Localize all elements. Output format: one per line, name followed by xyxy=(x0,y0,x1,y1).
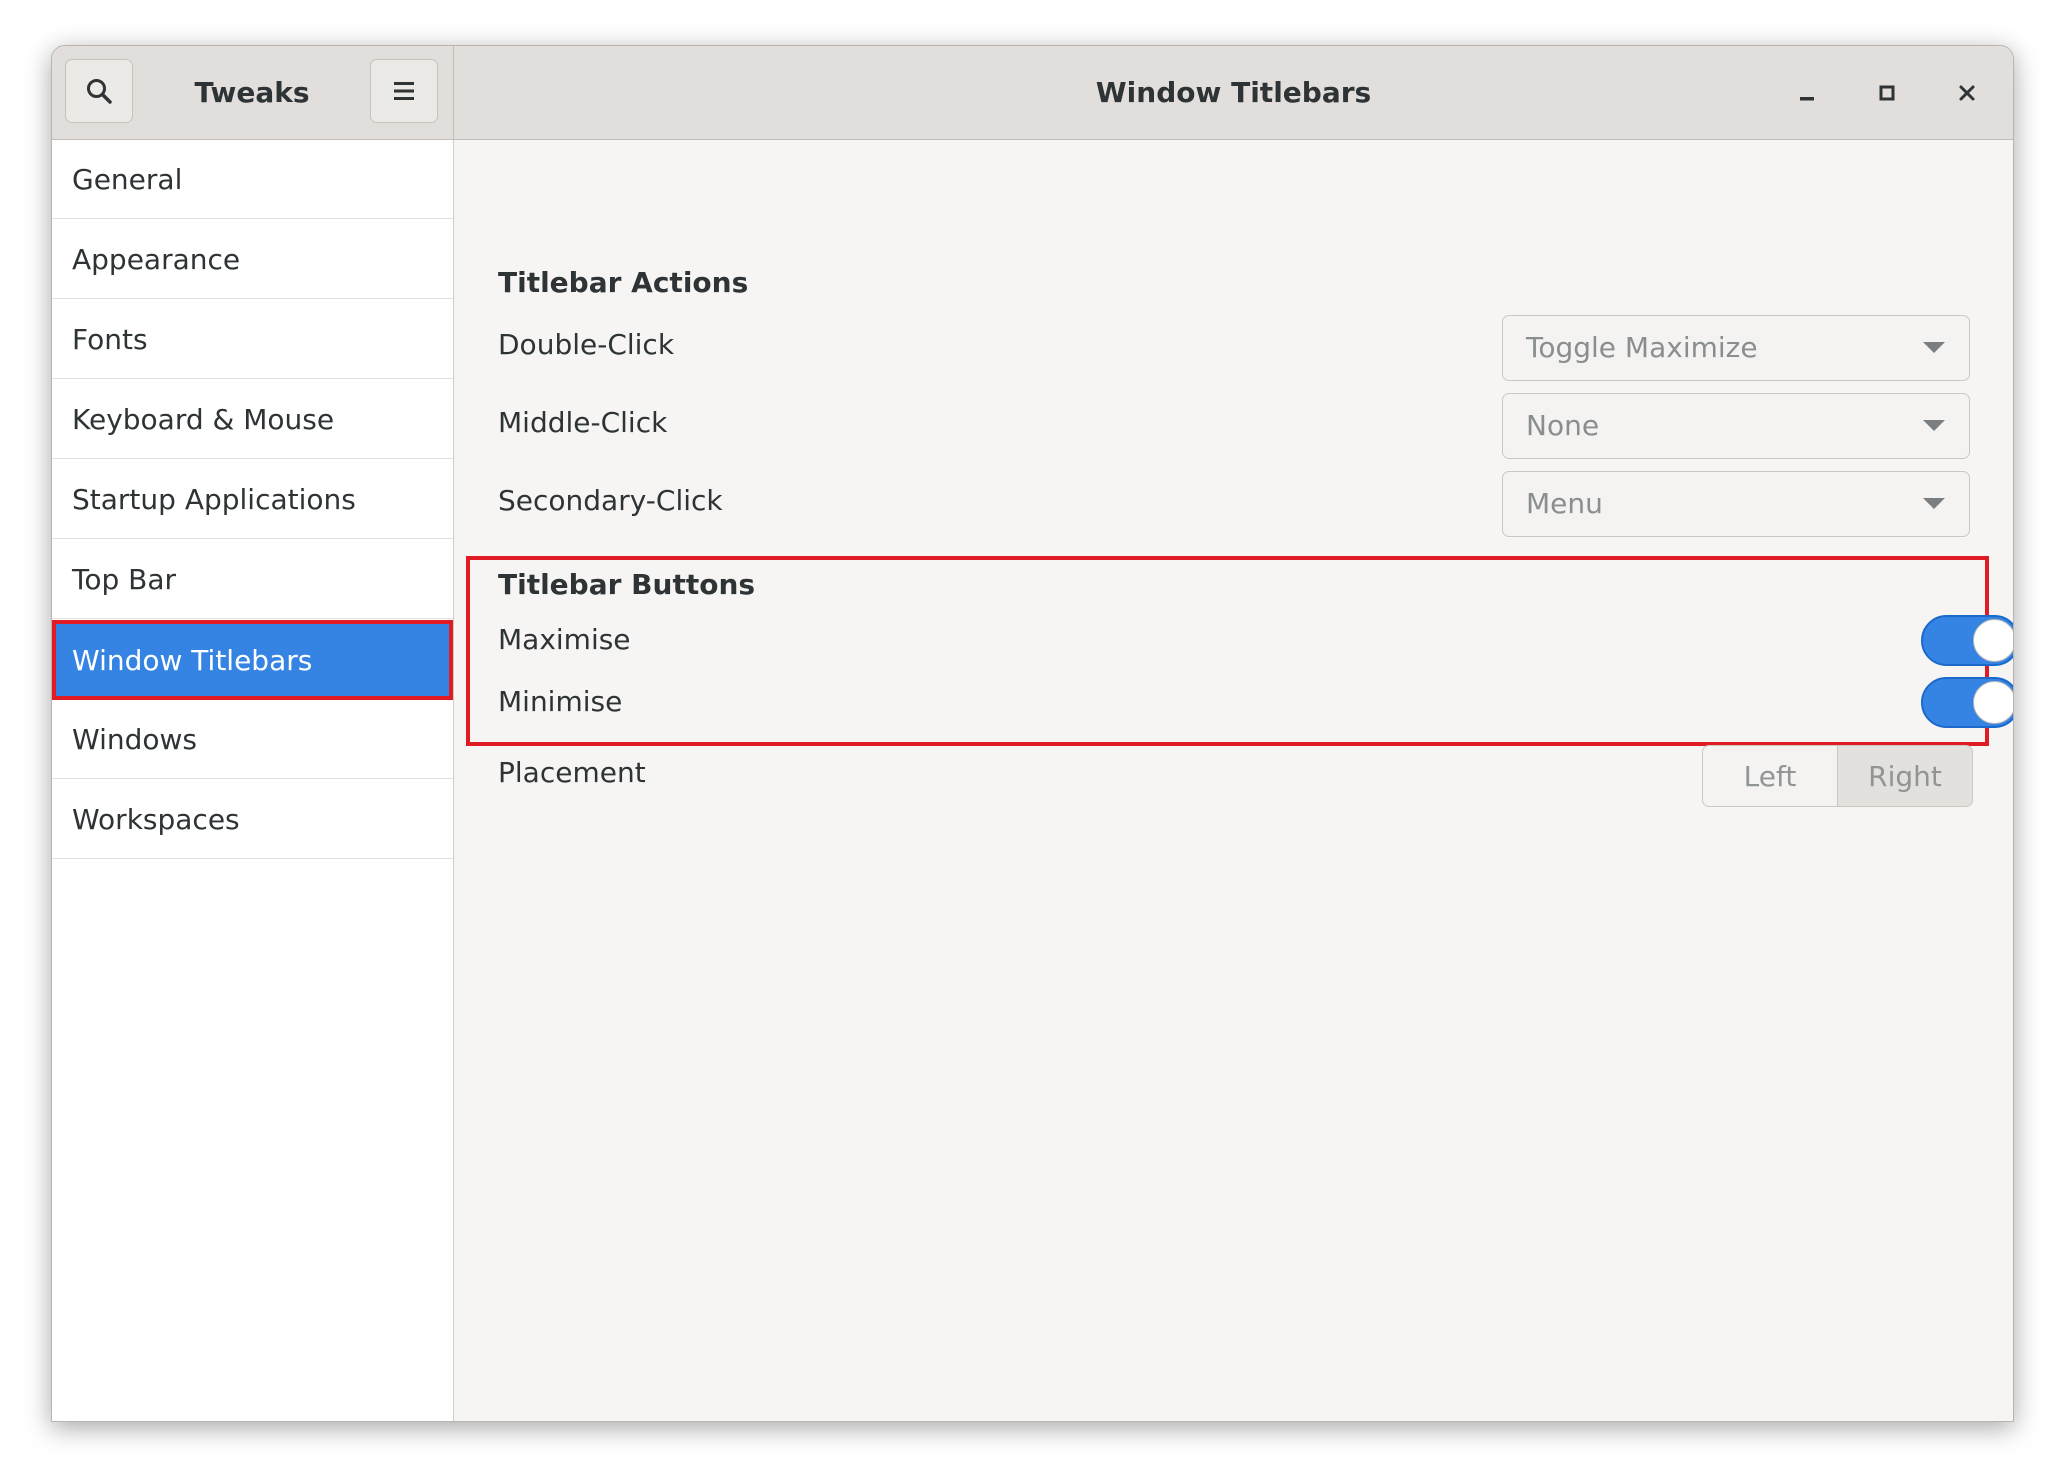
close-icon xyxy=(1959,85,1975,101)
main-menu-button[interactable] xyxy=(370,59,438,123)
page-title: Window Titlebars xyxy=(1095,76,1372,109)
sidebar-item-window-titlebars[interactable]: Window Titlebars xyxy=(52,620,453,700)
maximise-label: Maximise xyxy=(498,623,631,656)
minimise-label: Minimise xyxy=(498,685,623,718)
sidebar-item-label: Startup Applications xyxy=(72,482,356,516)
secondary-click-value: Menu xyxy=(1526,487,1603,520)
switch-knob xyxy=(1973,681,2013,724)
maximize-icon xyxy=(1879,85,1895,101)
sidebar-item-label: Fonts xyxy=(72,322,148,356)
settings-panel: Titlebar Actions Double-Click Toggle Max… xyxy=(454,140,2013,1421)
maximise-switch[interactable] xyxy=(1921,615,2013,666)
double-click-value: Toggle Maximize xyxy=(1526,331,1758,364)
close-button[interactable] xyxy=(1944,70,1990,116)
search-icon xyxy=(87,79,112,104)
sidebar-item-label: Window Titlebars xyxy=(72,643,313,677)
middle-click-label: Middle-Click xyxy=(498,406,668,439)
minimize-icon xyxy=(1800,97,1814,101)
sidebar-item-windows[interactable]: Windows xyxy=(52,700,453,779)
middle-click-value: None xyxy=(1526,409,1600,442)
sidebar-item-workspaces[interactable]: Workspaces xyxy=(52,780,453,859)
switch-knob xyxy=(1973,619,2013,662)
sidebar-item-appearance[interactable]: Appearance xyxy=(52,220,453,299)
app-title: Tweaks xyxy=(194,76,310,109)
placement-left-button[interactable]: Left xyxy=(1702,745,1838,807)
placement-right-button[interactable]: Right xyxy=(1837,745,1973,807)
sidebar-item-general[interactable]: General xyxy=(52,140,453,219)
secondary-click-dropdown[interactable]: Menu xyxy=(1502,471,1970,537)
titlebar-buttons-heading: Titlebar Buttons xyxy=(498,568,756,601)
tweaks-window: Tweaks Window Titlebars General Appearan… xyxy=(51,45,2014,1422)
header-bar: Tweaks Window Titlebars xyxy=(52,46,2013,140)
minimise-switch[interactable] xyxy=(1921,677,2013,728)
middle-click-dropdown[interactable]: None xyxy=(1502,393,1970,459)
sidebar-item-top-bar[interactable]: Top Bar xyxy=(52,540,453,619)
secondary-click-label: Secondary-Click xyxy=(498,484,723,517)
sidebar-item-label: Keyboard & Mouse xyxy=(72,402,335,436)
sidebar-item-keyboard-mouse[interactable]: Keyboard & Mouse xyxy=(52,380,453,459)
sidebar-item-label: Workspaces xyxy=(72,802,240,836)
dropdown-arrow-icon xyxy=(1923,420,1945,431)
sidebar-item-label: Windows xyxy=(72,722,197,756)
sidebar-item-label: Appearance xyxy=(72,242,241,276)
sidebar-item-label: General xyxy=(72,162,183,196)
hamburger-menu-icon xyxy=(394,82,414,100)
titlebar-actions-heading: Titlebar Actions xyxy=(498,266,749,299)
double-click-dropdown[interactable]: Toggle Maximize xyxy=(1502,315,1970,381)
placement-label: Placement xyxy=(498,756,646,789)
sidebar-item-startup-applications[interactable]: Startup Applications xyxy=(52,460,453,539)
sidebar: General Appearance Fonts Keyboard & Mous… xyxy=(52,140,454,1421)
minimize-button[interactable] xyxy=(1784,70,1830,116)
dropdown-arrow-icon xyxy=(1923,498,1945,509)
sidebar-item-label: Top Bar xyxy=(72,562,177,596)
sidebar-header: Tweaks xyxy=(52,46,454,139)
sidebar-item-fonts[interactable]: Fonts xyxy=(52,300,453,379)
maximize-button[interactable] xyxy=(1864,70,1910,116)
dropdown-arrow-icon xyxy=(1923,342,1945,353)
double-click-label: Double-Click xyxy=(498,328,675,361)
search-button[interactable] xyxy=(65,59,133,123)
